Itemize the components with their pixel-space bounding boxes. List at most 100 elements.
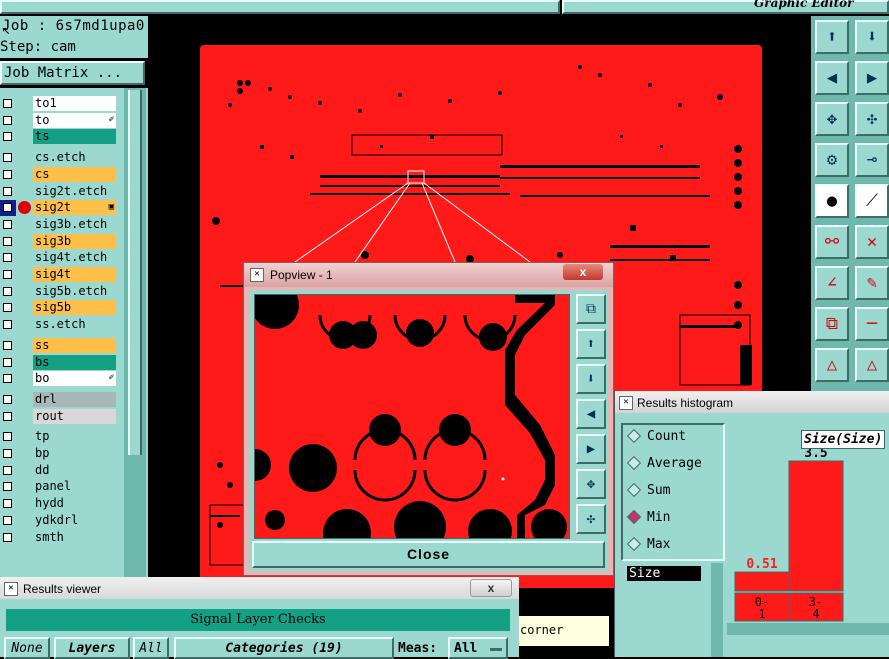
tool-move-button[interactable]: ✎ — [855, 266, 889, 300]
layer-name[interactable]: hydd — [33, 496, 116, 512]
tool-fit-button[interactable]: ✥ — [815, 102, 849, 136]
layer-checkbox[interactable] — [3, 449, 12, 458]
layer-name[interactable]: sig5b.etch — [33, 283, 116, 299]
layer-checkbox[interactable] — [3, 186, 12, 196]
popview-pan-left-button[interactable]: ◀ — [576, 399, 606, 429]
layer-name[interactable]: bp — [33, 446, 116, 461]
tool-zoom-in-button[interactable]: ⬆ — [815, 20, 849, 54]
histogram-option-average[interactable]: Average — [626, 454, 702, 474]
popview-pan-up-button[interactable]: ⬆ — [576, 329, 606, 359]
layer-checkbox[interactable] — [3, 236, 12, 246]
results-viewer-close-icon[interactable]: x — [470, 579, 512, 597]
layer-name[interactable]: drl — [33, 391, 116, 407]
layer-checkbox[interactable] — [3, 357, 12, 367]
layer-name[interactable]: sig2t — [33, 200, 116, 216]
layer-row-hydd[interactable]: hydd — [0, 496, 118, 512]
popview-close-button[interactable]: Close — [252, 541, 605, 568]
categories-button[interactable]: Categories (19) — [174, 637, 394, 659]
tool-line-button[interactable]: ─ — [855, 307, 889, 341]
tool-draw-line-button[interactable]: ⟋ — [855, 184, 889, 218]
tool-measure-button[interactable]: ⚙ — [815, 143, 849, 177]
layer-scroll-thumb[interactable] — [128, 90, 142, 455]
layer-row-dd[interactable]: dd — [0, 462, 118, 479]
layer-name[interactable]: bo — [33, 371, 116, 387]
job-matrix-button[interactable]: Job Matrix ... — [0, 61, 145, 85]
tool-fit-all-button[interactable]: ✣ — [855, 102, 889, 136]
tool-pan-right-button[interactable]: ▶ — [855, 61, 889, 95]
layer-name[interactable]: sig2t.etch — [33, 183, 116, 199]
layer-row-bp[interactable]: bp — [0, 446, 118, 462]
layer-name[interactable]: to — [33, 112, 116, 128]
layer-row-rout[interactable]: rout — [0, 408, 118, 425]
histogram-bar[interactable] — [788, 460, 844, 592]
histogram-bar[interactable] — [734, 571, 790, 592]
layer-name[interactable]: to1 — [33, 96, 116, 111]
layer-row-sig3b.etch[interactable]: sig3b.etch — [0, 216, 118, 233]
popview-fit-button[interactable]: ✥ — [576, 469, 606, 499]
layer-checkbox[interactable] — [3, 99, 12, 108]
layer-checkbox[interactable] — [3, 286, 12, 296]
layer-checkbox[interactable] — [3, 340, 12, 350]
layer-row-ts[interactable]: ts — [0, 129, 118, 145]
layer-row-bo[interactable]: bo ✐ — [0, 371, 118, 387]
histogram-hscrollbar[interactable] — [727, 623, 889, 635]
layer-name[interactable]: panel — [33, 479, 116, 495]
layer-row-sig4t.etch[interactable]: sig4t.etch — [0, 250, 118, 266]
layer-checkbox[interactable] — [3, 411, 12, 421]
layer-row-cs.etch[interactable]: cs.etch — [0, 150, 118, 166]
layers-button[interactable]: Layers — [54, 637, 130, 659]
layer-checkbox[interactable] — [3, 532, 12, 542]
layer-name[interactable]: tp — [33, 429, 116, 445]
histogram-option-min[interactable]: Min — [626, 508, 670, 528]
layer-checkbox[interactable] — [3, 169, 12, 179]
layer-checkbox[interactable] — [3, 203, 12, 213]
layer-checkbox[interactable] — [3, 132, 12, 142]
layer-name[interactable]: ts — [33, 129, 116, 145]
tool-triangle-button[interactable]: △ — [815, 348, 849, 382]
tool-angle-button[interactable]: ∠ — [815, 266, 849, 300]
layer-name[interactable]: ydkdrl — [33, 512, 116, 528]
none-button[interactable]: None — [4, 637, 50, 659]
layer-name[interactable]: rout — [33, 408, 116, 424]
layer-row-sig5b.etch[interactable]: sig5b.etch — [0, 283, 118, 300]
layer-checkbox[interactable] — [3, 482, 12, 492]
layer-checkbox[interactable] — [3, 270, 12, 279]
layer-name[interactable]: dd — [33, 462, 116, 478]
layer-name[interactable]: sig5b — [33, 300, 116, 316]
layer-name[interactable]: cs — [33, 166, 116, 182]
histogram-titlebar[interactable]: ✕ Results histogram — [615, 391, 889, 413]
histogram-option-sum[interactable]: Sum — [626, 481, 670, 501]
layer-name[interactable]: ss — [33, 337, 116, 353]
popview-canvas[interactable] — [254, 294, 570, 539]
layer-checkbox[interactable] — [3, 253, 12, 263]
all-layers-button[interactable]: All — [133, 637, 169, 659]
layer-checkbox[interactable] — [3, 515, 12, 525]
layer-row-panel[interactable]: panel — [0, 479, 118, 495]
layer-row-sig2t[interactable]: sig2t ▣ — [0, 200, 118, 217]
tool-zoom-out-button[interactable]: ⬇ — [855, 20, 889, 54]
layer-checkbox[interactable] — [3, 153, 12, 163]
popview-close-icon[interactable]: x — [563, 264, 603, 280]
layer-row-sig3b[interactable]: sig3b — [0, 233, 118, 250]
layer-row-ydkdrl[interactable]: ydkdrl — [0, 512, 118, 529]
tool-connect-button[interactable]: ⚯ — [815, 225, 849, 259]
layer-row-cs[interactable]: cs — [0, 166, 118, 183]
layer-checkbox[interactable] — [3, 499, 12, 509]
histogram-option-max[interactable]: Max — [626, 535, 670, 555]
popview-pan-right-button[interactable]: ▶ — [576, 434, 606, 464]
layer-name[interactable]: smth — [33, 529, 116, 545]
layer-checkbox[interactable] — [3, 219, 12, 229]
popview-pan-down-button[interactable]: ⬇ — [576, 364, 606, 394]
layer-checkbox[interactable] — [3, 303, 12, 313]
layer-row-bs[interactable]: bs — [0, 354, 118, 371]
layer-row-sig5b[interactable]: sig5b — [0, 300, 118, 316]
layer-checkbox[interactable] — [3, 374, 12, 384]
tool-copy-button[interactable]: ⧉ — [815, 307, 849, 341]
layer-checkbox[interactable] — [3, 115, 12, 125]
layer-row-ss.etch[interactable]: ss.etch — [0, 317, 118, 333]
layer-row-sig4t[interactable]: sig4t — [0, 267, 118, 283]
layer-checkbox[interactable] — [3, 394, 12, 404]
layer-name[interactable]: ss.etch — [33, 317, 116, 333]
layer-name[interactable]: sig4t.etch — [33, 250, 116, 266]
tool-delete-button[interactable]: ✕ — [855, 225, 889, 259]
